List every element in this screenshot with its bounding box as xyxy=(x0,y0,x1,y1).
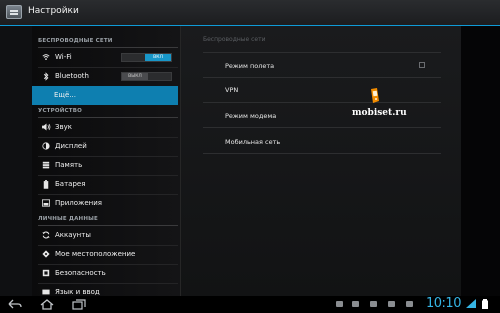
sidebar-item-label: Ещё... xyxy=(54,91,76,99)
watermark-phone-icon xyxy=(368,88,380,104)
airplane-mode-item[interactable]: Режим полета xyxy=(225,62,274,70)
app-title: Настройки xyxy=(28,6,79,16)
mobile-network-item[interactable]: Мобильная сеть xyxy=(225,138,280,146)
sidebar-item-accounts[interactable]: Аккаунты xyxy=(32,226,178,245)
row-divider xyxy=(203,102,441,103)
sidebar-item-wifi[interactable]: Wi-Fi ВКЛ xyxy=(32,48,178,67)
sidebar-item-storage[interactable]: Память xyxy=(32,156,178,175)
gallery-notification-icon[interactable] xyxy=(352,301,359,307)
sidebar-item-more[interactable]: Ещё... xyxy=(32,86,178,105)
pane-header: Беспроводные сети xyxy=(203,36,266,43)
action-bar: Настройки xyxy=(0,0,500,26)
wifi-icon xyxy=(42,53,50,61)
home-icon[interactable] xyxy=(40,299,54,310)
sidebar-item-label: Звук xyxy=(55,123,72,131)
speaker-icon xyxy=(42,123,51,131)
camera-notification-icon[interactable] xyxy=(370,301,377,307)
sidebar-item-display[interactable]: Дисплей xyxy=(32,137,178,156)
watermark-text: mobiset.ru xyxy=(352,108,407,118)
sidebar-item-label: Wi-Fi xyxy=(55,53,72,61)
row-divider xyxy=(203,153,441,154)
apps-icon xyxy=(42,199,50,207)
wifi-toggle[interactable]: ВКЛ xyxy=(121,53,172,62)
sidebar-item-security[interactable]: Безопасность xyxy=(32,264,178,283)
vpn-item[interactable]: VPN xyxy=(225,86,238,94)
sync-icon xyxy=(42,231,50,239)
keyboard-icon xyxy=(42,288,50,296)
sidebar-item-battery[interactable]: Батарея xyxy=(32,175,178,194)
camera-notification-icon[interactable] xyxy=(406,301,413,307)
sidebar-item-sound[interactable]: Звук xyxy=(32,118,178,137)
sidebar-item-label: Bluetooth xyxy=(55,72,89,80)
sidebar-item-apps[interactable]: Приложения xyxy=(32,194,178,213)
sidebar-item-label: Язык и ввод xyxy=(55,288,100,296)
sidebar-item-bluetooth[interactable]: Bluetooth ВЫКЛ xyxy=(32,67,178,86)
sidebar-item-label: Мое местоположение xyxy=(55,250,136,258)
system-bar: 10:10 xyxy=(0,296,500,313)
toggle-state: ВЫКЛ xyxy=(122,73,148,80)
bluetooth-icon xyxy=(42,72,50,81)
camera-notification-icon[interactable] xyxy=(388,301,395,307)
battery-status-icon[interactable] xyxy=(480,299,490,309)
sidebar-item-location[interactable]: Мое местоположение xyxy=(32,245,178,264)
recent-apps-icon[interactable] xyxy=(72,299,86,310)
sidebar-item-label: Безопасность xyxy=(55,269,106,277)
wifi-signal-icon[interactable] xyxy=(466,299,476,309)
right-margin xyxy=(461,26,500,296)
toggle-state: ВКЛ xyxy=(145,54,171,61)
sidebar-item-label: Аккаунты xyxy=(55,231,91,239)
airplane-mode-checkbox[interactable] xyxy=(419,62,425,68)
settings-sliders-icon[interactable] xyxy=(6,5,22,19)
row-divider xyxy=(203,127,441,128)
location-icon xyxy=(42,250,50,258)
sidebar-item-language[interactable]: Язык и ввод xyxy=(32,283,178,296)
clock[interactable]: 10:10 xyxy=(426,296,461,311)
sidebar-item-label: Приложения xyxy=(55,199,102,207)
row-divider xyxy=(203,52,441,53)
tethering-item[interactable]: Режим модема xyxy=(225,112,276,120)
display-icon xyxy=(42,142,50,150)
bluetooth-toggle[interactable]: ВЫКЛ xyxy=(121,72,172,81)
storage-icon xyxy=(42,161,50,169)
sidebar-item-label: Дисплей xyxy=(55,142,87,150)
battery-icon xyxy=(42,180,50,189)
row-divider xyxy=(203,77,441,78)
sidebar-item-label: Память xyxy=(55,161,83,169)
sidebar-item-label: Батарея xyxy=(55,180,86,188)
back-icon[interactable] xyxy=(8,299,22,310)
lock-icon xyxy=(42,269,50,277)
screenshot-notification-icon[interactable] xyxy=(336,301,343,307)
